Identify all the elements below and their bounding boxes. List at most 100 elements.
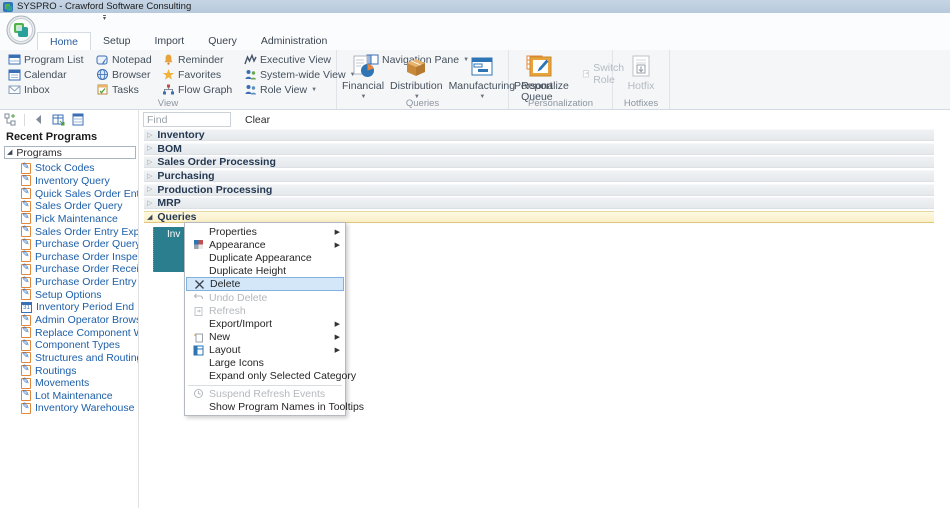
ribbon-group-hotfixes: Hotfix Hotfixes [613,50,670,109]
menu-item-export-import[interactable]: Export/Import ▶ [186,318,344,331]
sidebar-item-structures-and-routings[interactable]: Structures and Routings [21,352,138,365]
ribbon: Program List Notepad Reminder Executive … [0,50,950,110]
menu-item-suspend-refresh-events[interactable]: Suspend Refresh Events [186,387,344,400]
program-icon [21,339,31,351]
sidebar-item-component-types[interactable]: Component Types [21,339,138,352]
delete-x-icon [195,279,204,289]
sidebar-item-movements[interactable]: Movements [21,377,138,390]
ribbon-group-view: Program List Notepad Reminder Executive … [0,50,469,109]
distribution-button[interactable]: Distribution ▼ [387,52,446,103]
program-icon [21,402,31,414]
sidebar-item-stock-codes[interactable]: Stock Codes [21,162,138,175]
browser-button[interactable]: Browser [94,68,160,81]
tab-administration[interactable]: Administration [249,32,340,50]
category-production-processing[interactable]: ▷ Production Processing [144,183,934,196]
category-bom[interactable]: ▷ BOM [144,142,934,155]
chevron-expanded-icon: ◢ [147,213,153,221]
title-bar: SYSPRO - Crawford Software Consulting [0,0,950,13]
sidebar-item-inventory-period-end[interactable]: Inventory Period End [21,301,138,314]
hotfix-icon [632,55,650,77]
personalize-button[interactable]: Personalize [511,52,572,92]
submenu-arrow-icon: ▶ [334,347,340,355]
notepad-button[interactable]: Notepad [94,53,160,66]
programs-root-node[interactable]: ◢ Programs [4,146,136,159]
sidebar-item-lot-maintenance[interactable]: Lot Maintenance [21,390,138,403]
back-arrow-icon[interactable] [32,113,45,126]
new-tree-icon[interactable] [4,113,17,126]
chevron-right-icon: ▷ [147,199,153,207]
reminder-button[interactable]: Reminder [160,53,242,66]
find-input[interactable] [143,112,231,127]
program-icon [21,326,31,339]
menu-item-undo-delete[interactable]: Undo Delete [186,291,344,304]
menu-item-show-program-names-in-tooltips[interactable]: Show Program Names in Tooltips [186,400,364,413]
manufacturing-icon [471,57,493,76]
sidebar-item-purchase-order-inspection[interactable]: Purchase Order Inspection [21,250,138,263]
refresh-icon [194,306,203,316]
submenu-arrow-icon: ▶ [334,334,340,342]
hotfix-button[interactable]: Hotfix [625,52,658,92]
context-menu: Properties ▶ Appearance ▶ Duplicate Appe… [184,222,364,417]
menu-item-delete[interactable]: Delete [186,277,344,292]
submenu-arrow-icon: ▶ [334,228,340,236]
program-icon [21,238,31,250]
manufacturing-button[interactable]: Manufacturing ▼ [446,52,519,103]
menu-item-expand-only-selected-category[interactable]: Expand only Selected Category [186,370,356,383]
tab-import[interactable]: Import [142,32,196,50]
favorites-button[interactable]: Favorites [160,68,242,81]
list-grid-icon[interactable] [72,113,85,126]
chevron-right-icon: ▷ [147,131,153,139]
menu-item-properties[interactable]: Properties ▶ [186,225,344,238]
sidebar-item-setup-options[interactable]: Setup Options [21,288,138,301]
export-grid-icon[interactable] [52,113,65,126]
sidebar-item-sales-order-query[interactable]: Sales Order Query [21,200,138,213]
distribution-icon [407,59,426,76]
sidebar-item-pick-maintenance[interactable]: Pick Maintenance [21,213,138,226]
sidebar-item-admin-operator-browse[interactable]: Admin Operator Browse [21,314,138,327]
syspro-logo-button[interactable] [6,15,36,45]
chevron-right-icon: ▷ [147,158,153,166]
calendar-icon [8,69,21,81]
menu-item-appearance[interactable]: Appearance ▶ [186,238,344,251]
program-icon [21,250,31,263]
ribbon-group-queries: Financial ▼ Distribution ▼ Manufacturing… [337,50,553,109]
menu-item-new[interactable]: New ▶ [186,331,344,344]
category-mrp[interactable]: ▷ MRP [144,197,934,210]
program-icon [21,263,31,275]
program-list-button[interactable]: Program List [6,53,94,66]
sidebar-item-inventory-warehouse-maintenance[interactable]: Inventory Warehouse Main... [21,402,138,415]
quick-access-toolbar-caret-icon[interactable]: ▾ [103,15,107,22]
category-inventory[interactable]: ▷ Inventory [144,129,934,141]
sidebar-item-sales-order-entry-express[interactable]: Sales Order Entry Express [21,225,138,238]
financial-button[interactable]: Financial ▼ [339,52,387,103]
sidebar-item-purchase-order-entry[interactable]: Purchase Order Entry [21,276,138,289]
calendar-button[interactable]: Calendar [6,68,94,81]
tab-home[interactable]: Home [37,32,92,50]
tab-setup[interactable]: Setup [91,32,142,50]
calendar-31-icon [21,301,32,313]
menu-item-refresh[interactable]: Refresh [186,304,344,317]
menu-item-duplicate-height[interactable]: Duplicate Height [186,264,344,277]
sidebar-item-replace-component-where[interactable]: Replace Component Wher... [21,326,138,339]
ribbon-tabs: Home Setup Import Query Administration [37,32,339,50]
new-document-icon [194,332,203,343]
menu-item-large-icons[interactable]: Large Icons [186,357,344,370]
sidebar-item-quick-sales-order-entry[interactable]: Quick Sales Order Entry [21,187,138,200]
clear-button[interactable]: Clear [245,114,270,126]
program-icon [21,187,31,200]
program-icon [21,288,31,301]
program-icon [21,314,31,326]
sidebar-item-purchase-order-query[interactable]: Purchase Order Query [21,238,138,251]
tree-expanded-icon[interactable]: ◢ [7,149,12,156]
sidebar-item-inventory-query[interactable]: Inventory Query [21,175,138,188]
flow-graph-button[interactable]: Flow Graph [160,83,242,96]
tab-query[interactable]: Query [196,32,249,50]
sidebar-item-purchase-order-receipts[interactable]: Purchase Order Receipts [21,263,138,276]
tasks-button[interactable]: Tasks [94,83,160,96]
menu-item-duplicate-appearance[interactable]: Duplicate Appearance [186,251,344,264]
category-sales-order-processing[interactable]: ▷ Sales Order Processing [144,156,934,169]
sidebar-item-routings[interactable]: Routings [21,364,138,377]
category-purchasing[interactable]: ▷ Purchasing [144,170,934,183]
menu-item-layout[interactable]: Layout ▶ [186,344,344,357]
inbox-button[interactable]: Inbox [6,83,94,96]
